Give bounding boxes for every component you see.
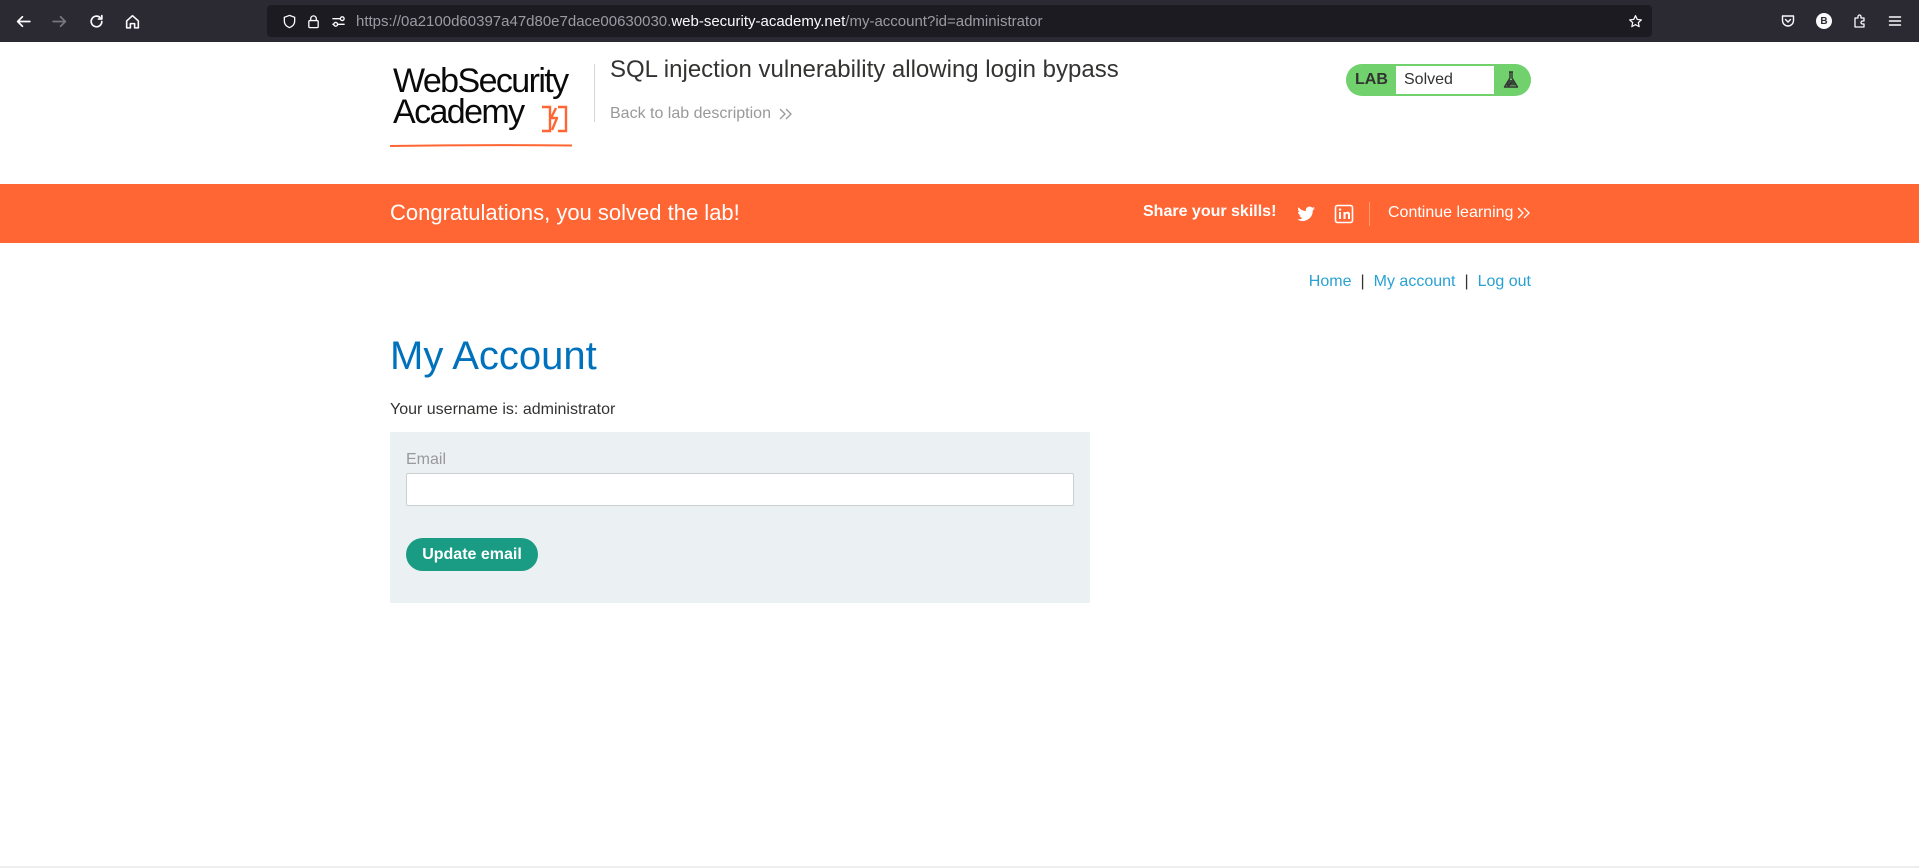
home-link[interactable]: Home — [1309, 273, 1352, 290]
nav-separator: | — [1464, 273, 1469, 290]
url-text[interactable]: https://0a2100d60397a47d80e7dace00630030… — [356, 13, 1042, 30]
shield-icon[interactable] — [281, 13, 297, 29]
forward-arrow-icon[interactable] — [47, 9, 71, 33]
update-email-button[interactable]: Update email — [406, 538, 538, 571]
url-prefix: https://0a2100d60397a47d80e7dace00630030… — [356, 13, 672, 30]
back-to-lab-description-link[interactable]: Back to lab description — [610, 105, 793, 123]
home-icon[interactable] — [120, 9, 144, 33]
double-chevron-right-icon — [1517, 207, 1531, 219]
pocket-icon[interactable] — [1777, 10, 1799, 32]
profile-initial: B — [1816, 13, 1832, 29]
lab-status-value: Solved — [1396, 66, 1494, 94]
congratulations-message: Congratulations, you solved the lab! — [390, 200, 740, 225]
star-icon[interactable] — [1627, 13, 1643, 29]
profile-avatar-icon[interactable]: B — [1813, 10, 1835, 32]
share-skills-label: Share your skills! — [1143, 203, 1277, 220]
puzzle-icon[interactable] — [1849, 10, 1871, 32]
change-email-form: Email Update email — [390, 432, 1090, 603]
twitter-icon[interactable] — [1296, 204, 1316, 224]
logo-underline — [390, 144, 572, 147]
page-title: My Account — [390, 334, 597, 378]
email-field[interactable] — [406, 473, 1074, 506]
lock-icon[interactable] — [305, 13, 321, 29]
my-account-link[interactable]: My account — [1374, 273, 1456, 290]
email-label: Email — [406, 451, 447, 468]
continue-learning-label: Continue learning — [1388, 204, 1514, 221]
url-path: /my-account?id=administrator — [845, 13, 1043, 30]
hamburger-menu-icon[interactable] — [1884, 10, 1906, 32]
lab-status-widget: LAB Solved — [1346, 64, 1531, 96]
flask-icon — [1503, 71, 1519, 88]
account-nav: Home | My account | Log out — [1200, 273, 1531, 291]
lab-title: SQL injection vulnerability allowing log… — [610, 56, 1119, 83]
header-divider — [594, 64, 595, 122]
back-link-label: Back to lab description — [610, 105, 771, 122]
log-out-link[interactable]: Log out — [1478, 273, 1531, 290]
back-arrow-icon[interactable] — [11, 9, 35, 33]
continue-learning-link[interactable]: Continue learning — [1388, 204, 1531, 222]
nav-separator: | — [1360, 273, 1365, 290]
reload-icon[interactable] — [84, 9, 108, 33]
solved-banner: Congratulations, you solved the lab! Sha… — [0, 184, 1919, 243]
address-bar[interactable]: https://0a2100d60397a47d80e7dace00630030… — [267, 5, 1652, 37]
logo-bolt-icon — [542, 105, 568, 133]
lab-status-label: LAB — [1355, 71, 1388, 88]
permissions-icon[interactable] — [330, 13, 346, 29]
url-domain: web-security-academy.net — [671, 13, 846, 30]
linkedin-icon[interactable] — [1334, 204, 1354, 224]
banner-separator — [1369, 202, 1370, 226]
web-security-academy-logo[interactable]: WebSecurity Academy — [390, 62, 590, 148]
browser-toolbar: https://0a2100d60397a47d80e7dace00630030… — [0, 0, 1919, 42]
double-chevron-right-icon — [779, 108, 792, 120]
username-text: Your username is: administrator — [390, 401, 616, 418]
logo-line-2: Academy — [393, 93, 525, 131]
lab-header: WebSecurity Academy SQL injection vulner… — [0, 42, 1919, 184]
